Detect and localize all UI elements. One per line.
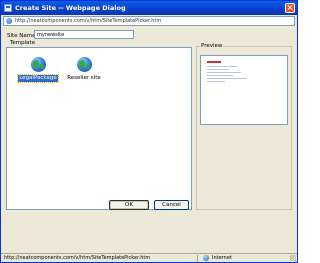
webpage-dialog: Create Site -- Webpage Dialog × http://n… <box>0 0 298 263</box>
dialog-app-icon <box>4 4 12 12</box>
preview-group: Preview <box>196 43 292 210</box>
preview-text-line <box>207 72 241 73</box>
address-url: http://neatcomponents.com/v/htm/SiteTemp… <box>15 18 162 24</box>
internet-zone-icon <box>203 255 209 261</box>
preview-text-line <box>207 66 237 67</box>
template-item-legalpackage[interactable]: LegalPackage <box>17 57 59 83</box>
security-zone-label: Internet <box>212 255 232 261</box>
globe-icon <box>76 57 92 72</box>
close-button[interactable]: × <box>285 3 295 13</box>
preview-heading-mark <box>207 61 221 63</box>
preview-text-line <box>207 78 247 79</box>
dialog-title: Create Site -- Webpage Dialog <box>15 4 126 12</box>
dialog-content: Site Name Template LegalPackage Reseller… <box>1 27 297 253</box>
template-item-reseller-site[interactable]: Reseller site <box>63 57 105 82</box>
status-url: http://neatcomponents.com/v/htm/SiteTemp… <box>4 255 151 261</box>
preview-text-line <box>207 75 233 76</box>
ok-button[interactable]: OK <box>109 200 149 210</box>
preview-thumbnail <box>200 55 288 125</box>
template-label: Template <box>10 40 36 46</box>
cancel-button[interactable]: Cancel <box>154 200 189 210</box>
site-name-label: Site Name <box>7 33 36 39</box>
status-bar: http://neatcomponents.com/v/htm/SiteTemp… <box>1 253 297 262</box>
title-bar[interactable]: Create Site -- Webpage Dialog × <box>1 1 297 15</box>
template-item-label: Reseller site <box>67 75 101 81</box>
site-name-input[interactable] <box>34 30 134 39</box>
ie-page-icon <box>6 18 12 24</box>
template-item-label: LegalPackage <box>17 74 59 83</box>
address-bar: http://neatcomponents.com/v/htm/SiteTemp… <box>3 16 295 26</box>
template-list[interactable]: LegalPackage Reseller site <box>6 47 192 210</box>
globe-icon <box>30 57 46 72</box>
status-divider <box>197 255 198 262</box>
preview-text-line <box>207 69 229 70</box>
preview-label: Preview <box>200 43 224 50</box>
preview-text-line <box>207 81 225 82</box>
resize-grip-icon[interactable] <box>290 255 296 261</box>
